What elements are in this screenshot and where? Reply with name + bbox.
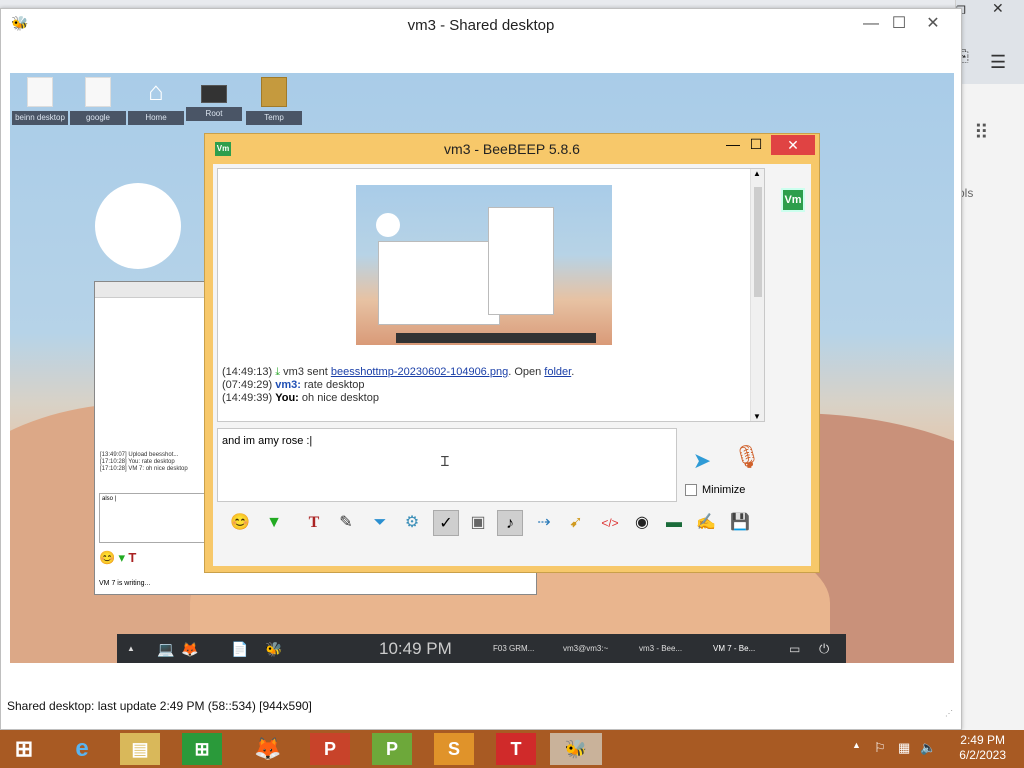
scroll-up-icon: ▲ [753,169,761,178]
download-icon: ⤓ [275,366,281,378]
settings-icon[interactable]: ⚙ [399,510,425,536]
screenshot-thumbnail[interactable] [356,185,612,345]
minimize-button[interactable]: — [857,13,885,35]
chat-message-1: (14:49:13) ⤓ vm3 sent beesshottmp-202306… [222,366,575,378]
text-cursor-icon: Ɪ [441,453,449,469]
bee-icon[interactable]: 🐝 [265,639,282,659]
vm7-status: VM 7 is writing... [99,580,151,587]
planmaker-icon[interactable]: P [372,733,412,765]
arrow-down-icon: ▾ [118,550,126,565]
edit-icon[interactable]: ✍ [693,510,719,536]
camera-icon[interactable]: ◉ [629,510,655,536]
microphone-icon[interactable]: 🎙 [733,444,761,478]
menu-icon[interactable]: ☰ [990,52,1006,73]
folder-link[interactable]: folder [544,366,571,378]
beebeep-minimize-button[interactable]: — [723,136,743,152]
start-icon[interactable]: ⊞ [4,733,44,765]
arrow-up-icon[interactable]: ▲ [127,639,135,659]
file-link[interactable]: beesshottmp-20230602-104906.png [331,366,508,378]
close-icon[interactable]: ✕ [992,0,1004,17]
maximize-button[interactable]: ☐ [885,13,913,35]
send-file-icon[interactable]: ⇢ [531,510,557,536]
volume-icon[interactable]: 🔈 [920,740,936,756]
beebeep-title-bar[interactable]: Vm vm3 - BeeBEEP 5.8.6 — ☐ ✕ [205,134,819,162]
user-list-panel: Vm [773,168,811,502]
tray-arrow-icon[interactable]: ▲ [852,740,861,750]
remote-clock: 10:49 PM [379,639,452,658]
laptop-icon[interactable]: 💻 [157,639,174,659]
softmaker-icon[interactable]: S [434,733,474,765]
power-icon[interactable]: ⏻ [819,639,829,659]
save-icon[interactable]: 💾 [727,510,753,536]
window-title: vm3 - Shared desktop [407,17,555,34]
remote-taskbar: ▲ 💻 🦊 📄 🐝 10:49 PM F03 GRM... vm3@vm3:~ … [117,634,846,663]
chat-message-3: (14:49:39) You: oh nice desktop [222,392,379,404]
internet-explorer-icon[interactable]: e [62,733,102,765]
apps-grid-icon[interactable]: ⠿ [974,120,989,145]
checkbox[interactable] [685,484,697,497]
chat-message-2: (07:49:29) vm3: rate desktop [222,379,365,391]
remote-task-1[interactable]: F03 GRM... [493,639,534,659]
desktop-icon-root[interactable]: Root [186,77,242,127]
code-icon[interactable]: </> [597,510,623,536]
close-button[interactable]: ✕ [919,13,947,35]
screenshot-icon[interactable]: ▬ [661,510,687,536]
font-icon: T [128,550,137,565]
color-icon[interactable]: ✎ [333,510,359,536]
font-icon[interactable]: T [301,510,327,536]
beebeep-close-button[interactable]: ✕ [771,135,815,155]
windows-taskbar: ⊞ e ▤ ⊞ 🦊 P P S T 🐝 ▲ ⚐ ▦ 🔈 2:49 PM 6/2/… [0,730,1024,768]
textmaker-icon[interactable]: T [496,733,536,765]
remote-task-3[interactable]: vm3 - Bee... [639,639,682,659]
beebeep-maximize-button[interactable]: ☐ [745,136,767,153]
firefox-icon[interactable]: 🦊 [181,639,198,659]
remote-task-2[interactable]: vm3@vm3:~ [563,639,608,659]
file-icon[interactable]: 📄 [231,639,248,659]
vm7-chat-log: [13:49:07] Upload beesshot... [17:10:28]… [100,452,188,472]
background-browser-panel: ⎘ ☰ ⠿ ols ✕ ❐ [955,0,1024,730]
beebeep-body: (14:49:13) ⤓ vm3 sent beesshottmp-202306… [213,164,811,566]
desktop-icon-temp[interactable]: Temp [246,77,302,127]
file-explorer-icon[interactable]: ▤ [120,733,160,765]
flag-icon: ▭ [789,642,801,656]
status-bar-text: Shared desktop: last update 2:49 PM (58:… [7,699,312,713]
scroll-thumb[interactable] [754,187,762,297]
system-clock[interactable]: 2:49 PM 6/2/2023 [959,733,1006,763]
autocomplete-icon[interactable]: ▣ [465,510,491,536]
beebeep-window[interactable]: Vm vm3 - BeeBEEP 5.8.6 — ☐ ✕ (14:49:13) … [204,133,820,573]
minimize-checkbox[interactable]: Minimize [685,484,745,497]
computer-icon [201,85,227,103]
vm7-toolbar: 😊 ▾ T [99,550,209,574]
desktop-icon-file[interactable]: beinn desktop [12,77,68,127]
desktop-icon-home[interactable]: ⌂ Home [128,77,184,127]
down-arrow-icon[interactable]: ▼ [261,510,287,536]
emoji-icon: 😊 [99,550,116,565]
filter-icon[interactable]: ⏷ [367,510,393,536]
powerpoint-icon[interactable]: P [310,733,350,765]
chat-scrollbar[interactable]: ▲ ▼ [750,169,764,421]
send-folder-icon[interactable]: ➹ [563,510,589,536]
store-icon[interactable]: ⊞ [182,733,222,765]
home-icon: ⌂ [148,76,164,106]
spellcheck-icon[interactable]: ✓ [433,510,459,536]
emoji-icon[interactable]: 😊 [227,510,253,536]
music-icon[interactable]: ♪ [497,510,523,536]
scroll-down-icon: ▼ [753,412,761,421]
user-avatar[interactable]: Vm [781,188,805,212]
firefox-icon[interactable]: 🦊 [248,733,288,765]
desktop-icon-chrome[interactable]: google chrome.desk [70,77,126,127]
chat-toolbar: 😊 ▼ T ✎ ⏷ ⚙ ✓ ▣ ♪ ⇢ ➹ </> ◉ ▬ ✍ 💾 [217,506,787,538]
folder-icon [261,77,287,107]
network-icon[interactable]: ▦ [898,740,910,756]
send-button[interactable]: ➤ [685,448,719,476]
beebeep-taskbar-icon[interactable]: 🐝 [550,733,602,765]
chat-history[interactable]: (14:49:13) ⤓ vm3 sent beesshottmp-202306… [217,168,765,422]
window-title-bar[interactable]: 🐝 vm3 - Shared desktop — ☐ ✕ [1,9,961,41]
flag-icon[interactable]: ⚐ [874,740,886,756]
remote-task-4[interactable]: VM 7 - Be... [713,639,755,659]
vm7-input[interactable]: also | [99,493,207,543]
sun [95,183,181,269]
resize-grip[interactable]: ⋰ [945,709,953,718]
